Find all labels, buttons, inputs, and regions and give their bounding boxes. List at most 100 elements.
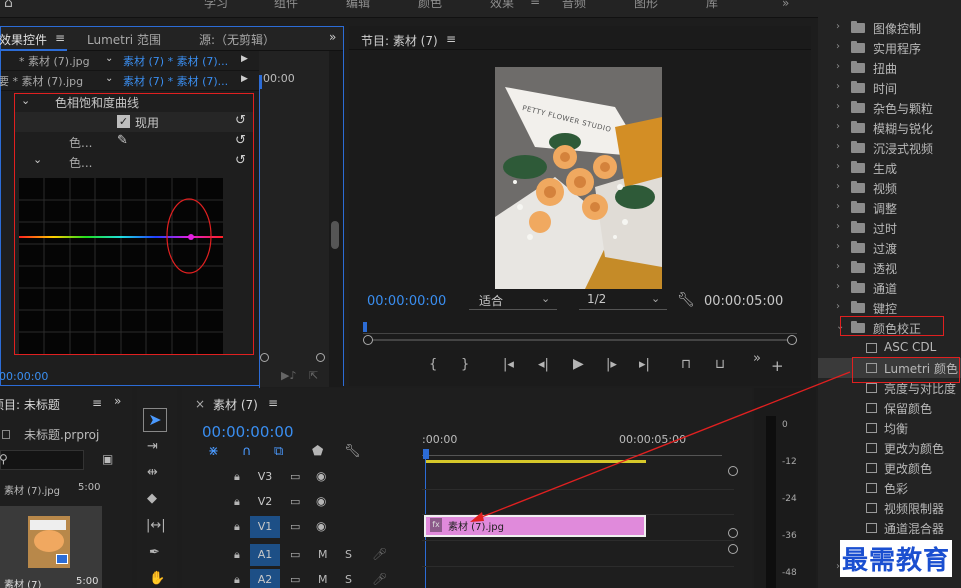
wrench-icon[interactable]: 🔧︎ (677, 292, 695, 308)
chevron-down-icon[interactable]: ⌄ (105, 73, 113, 84)
project-thumbnail-card[interactable]: 素材 (7) 5:00 (0, 506, 102, 588)
resolution-select[interactable]: 1/2 ⌄ (579, 292, 667, 310)
effect-item[interactable]: 更改为颜色 (818, 438, 961, 458)
lock-icon[interactable]: 🔒︎ (234, 496, 240, 507)
effect-item[interactable]: 均衡 (818, 418, 961, 438)
chevron-right-icon[interactable]: › (836, 21, 840, 32)
zoom-circle-left-icon[interactable] (260, 353, 269, 362)
step-back-icon[interactable]: ◂| (538, 358, 549, 371)
timeline-wrench-icon[interactable]: 🔧︎ (344, 445, 361, 458)
effect-folder[interactable]: › 过时 (818, 218, 961, 238)
clip-row-1-target[interactable]: 素材 (7) * 素材 (7)... (123, 53, 228, 69)
workspace-audio[interactable]: 音频 (562, 0, 586, 11)
effect-folder[interactable]: › 调整 (818, 198, 961, 218)
timeline-playhead[interactable] (423, 449, 429, 459)
play-right-icon[interactable]: ▶ (241, 54, 248, 64)
eye-icon[interactable]: ◉ (316, 520, 326, 532)
more-controls-icon[interactable]: » (753, 352, 761, 365)
slip-tool-icon[interactable]: |↔| (146, 519, 166, 532)
tab-effect-controls[interactable]: 效果控件 (0, 31, 47, 48)
lock-icon[interactable]: 🔒︎ (234, 574, 240, 585)
workspace-learn[interactable]: 学习 (204, 0, 228, 11)
play-icon[interactable]: ▶ (573, 357, 584, 371)
chevron-right-icon[interactable]: › (836, 181, 840, 192)
chevron-right-icon[interactable]: › (836, 121, 840, 132)
ec-scrollbar[interactable] (329, 51, 343, 387)
lock-icon[interactable]: 🔒︎ (234, 521, 240, 532)
eyedropper-icon[interactable]: ✎ (117, 133, 128, 148)
chevron-right-icon[interactable]: › (836, 141, 840, 152)
chevron-right-icon[interactable]: › (836, 301, 840, 312)
hue-curve-graph[interactable] (19, 178, 223, 354)
enabled-checkbox[interactable]: ✓ (117, 115, 130, 128)
solo-button[interactable]: S (345, 548, 352, 561)
export-icon[interactable]: ⇱ (309, 369, 318, 382)
effect-folder[interactable]: › 图像控制 (818, 18, 961, 38)
clip-row-2-target[interactable]: 素材 (7) * 素材 (7)... (123, 73, 228, 89)
mute-button[interactable]: M (318, 548, 328, 561)
eye-icon[interactable]: ◉ (316, 470, 326, 482)
track-a1-label[interactable]: A1 (250, 544, 280, 566)
track-v1-label[interactable]: V1 (250, 516, 280, 538)
project-search-input[interactable]: ⚲ (0, 450, 84, 470)
film-toggle-icon[interactable]: ▭ (290, 521, 300, 532)
track-zoom-audio-icon[interactable] (728, 544, 738, 554)
chevron-right-icon[interactable]: › (836, 261, 840, 272)
zoom-circle-left-icon[interactable] (363, 335, 373, 345)
workspace-effects-menu-icon[interactable]: ≡ (530, 0, 540, 8)
zoom-circle-right-icon[interactable] (787, 335, 797, 345)
pen-tool-icon[interactable]: ✒ (149, 546, 160, 559)
marker-icon[interactable]: ⬟ (312, 445, 323, 458)
track-zoom-mid-icon[interactable] (728, 528, 738, 538)
effect-folder[interactable]: › 模糊与锐化 (818, 118, 961, 138)
timeline-close-icon[interactable]: × (195, 397, 205, 411)
effect-folder[interactable]: › 杂色与颗粒 (818, 98, 961, 118)
ec-scrollbar-thumb[interactable] (331, 221, 339, 249)
program-playhead[interactable] (363, 322, 367, 332)
ec-current-time[interactable]: 00:00:00 (0, 370, 48, 383)
workspace-effects[interactable]: 效果 (490, 0, 514, 11)
tab-menu-icon[interactable]: ≡ (55, 31, 65, 45)
timeline-clip[interactable]: fx 素材 (7).jpg (424, 515, 646, 537)
effect-folder[interactable]: › 扭曲 (818, 58, 961, 78)
track-zoom-top-icon[interactable] (728, 466, 738, 476)
project-item-name[interactable]: 素材 (7).jpg (4, 482, 60, 497)
tab-lumetri-scopes[interactable]: Lumetri 范围 (87, 31, 161, 48)
tab-source[interactable]: 源:（无剪辑） (199, 31, 275, 48)
play-audio-icon[interactable]: ▶♪ (281, 369, 296, 382)
program-video-frame[interactable]: PETTY FLOWER STUDIO (495, 67, 662, 289)
film-toggle-icon[interactable]: ▭ (290, 496, 300, 507)
lock-icon[interactable]: 🔒︎ (234, 549, 240, 560)
effect-item[interactable]: 更改颜色 (818, 458, 961, 478)
effect-folder[interactable]: › 过渡 (818, 238, 961, 258)
chevron-down-icon[interactable]: ⌄ (105, 53, 113, 64)
effect-folder[interactable]: › 沉浸式视频 (818, 138, 961, 158)
chevron-right-icon[interactable]: › (836, 41, 840, 52)
effect-item[interactable]: ASC CDL (818, 338, 961, 358)
extract-icon[interactable]: ⊔ (715, 358, 725, 371)
workspace-more-icon[interactable]: » (782, 0, 789, 10)
chevron-right-icon[interactable]: › (836, 101, 840, 112)
program-zoom-bar[interactable] (363, 339, 797, 341)
effect-folder[interactable]: › 生成 (818, 158, 961, 178)
track-a2-label[interactable]: A2 (250, 569, 280, 588)
mute-button[interactable]: M (318, 573, 328, 586)
program-menu-icon[interactable]: ≡ (446, 32, 456, 46)
selection-tool-icon[interactable]: ➤ (143, 408, 167, 432)
project-more-icon[interactable]: » (114, 394, 121, 408)
effect-folder[interactable]: › 时间 (818, 78, 961, 98)
track-v3-label[interactable]: V3 (250, 466, 280, 488)
film-toggle-icon[interactable]: ▭ (290, 471, 300, 482)
zoom-circle-right-icon[interactable] (316, 353, 325, 362)
eye-icon[interactable]: ◉ (316, 495, 326, 507)
snap-icon[interactable]: ⋇ (208, 445, 219, 458)
chevron-right-icon[interactable]: › (836, 161, 840, 172)
lift-icon[interactable]: ⊓ (681, 358, 691, 371)
workspace-libraries[interactable]: 库 (706, 0, 718, 11)
hand-tool-icon[interactable]: ✋ (149, 572, 165, 585)
chevron-right-icon[interactable]: › (836, 241, 840, 252)
ec-playhead[interactable] (259, 75, 262, 89)
project-title[interactable]: 项目: 未标题 (0, 396, 60, 413)
track-select-icon[interactable]: ⇥ (147, 440, 158, 453)
razor-tool-icon[interactable]: ◆ (147, 492, 157, 505)
